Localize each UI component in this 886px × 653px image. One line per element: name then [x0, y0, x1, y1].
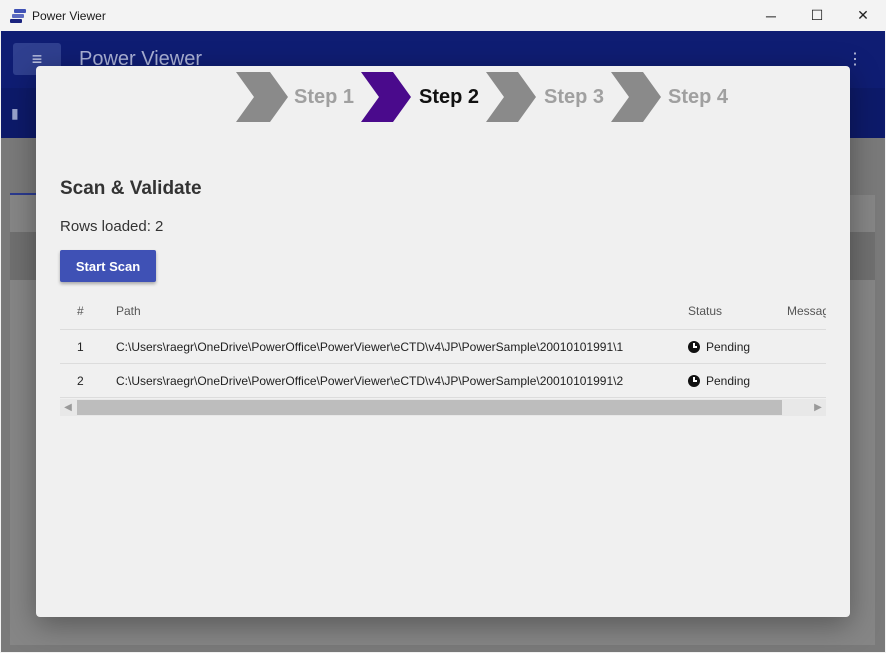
background-tab-indicator: [10, 193, 36, 195]
step-4-label[interactable]: Step 4: [668, 86, 728, 109]
app-logo-icon: [10, 8, 26, 24]
row-path: C:\Users\raegr\OneDrive\PowerOffice\Powe…: [116, 374, 624, 388]
rows-loaded-text: Rows loaded: 2: [60, 218, 164, 235]
step-1-chevron: [236, 72, 288, 122]
column-header-message[interactable]: Message: [787, 304, 826, 318]
step-1-label[interactable]: Step 1: [294, 86, 354, 109]
book-icon: ▮: [11, 105, 19, 121]
wizard-stepper: Step 1 Step 2 Step 3 Step 4: [36, 72, 850, 122]
window-titlebar: Power Viewer ─ ☐ ✕: [0, 0, 886, 31]
scroll-left-icon[interactable]: ◀: [60, 400, 76, 415]
column-header-number[interactable]: #: [77, 304, 84, 318]
table-row[interactable]: 1 C:\Users\raegr\OneDrive\PowerOffice\Po…: [60, 330, 826, 364]
minimize-button[interactable]: ─: [748, 0, 794, 31]
row-status: Pending: [688, 374, 750, 388]
scrollbar-thumb[interactable]: [77, 400, 782, 415]
wizard-dialog: Step 1 Step 2 Step 3 Step 4 Scan & Valid…: [36, 66, 850, 617]
section-heading: Scan & Validate: [60, 178, 202, 199]
table-row[interactable]: 2 C:\Users\raegr\OneDrive\PowerOffice\Po…: [60, 364, 826, 398]
clock-icon: [688, 375, 700, 387]
maximize-button[interactable]: ☐: [794, 0, 840, 31]
table-header: # Path Status Message: [60, 294, 826, 330]
clock-icon: [688, 341, 700, 353]
close-button[interactable]: ✕: [840, 0, 886, 31]
start-scan-button[interactable]: Start Scan: [60, 250, 156, 282]
window-title: Power Viewer: [32, 8, 106, 23]
column-header-path[interactable]: Path: [116, 304, 141, 318]
row-number: 1: [77, 340, 84, 354]
step-3-label[interactable]: Step 3: [544, 86, 604, 109]
row-path: C:\Users\raegr\OneDrive\PowerOffice\Powe…: [116, 340, 624, 354]
kebab-icon[interactable]: ⋮: [847, 49, 863, 69]
row-status-text: Pending: [706, 374, 751, 388]
scan-results-table: # Path Status Message 1 C:\Users\raegr\O…: [60, 294, 826, 418]
row-status-text: Pending: [706, 340, 751, 354]
scroll-right-icon[interactable]: ▶: [810, 400, 826, 415]
column-header-status[interactable]: Status: [688, 304, 722, 318]
row-status: Pending: [688, 340, 750, 354]
horizontal-scrollbar[interactable]: ◀ ▶: [60, 399, 826, 416]
row-number: 2: [77, 374, 84, 388]
step-2-chevron: [361, 72, 411, 122]
step-3-chevron: [486, 72, 536, 122]
step-4-chevron: [611, 72, 661, 122]
step-2-label[interactable]: Step 2: [419, 86, 479, 109]
